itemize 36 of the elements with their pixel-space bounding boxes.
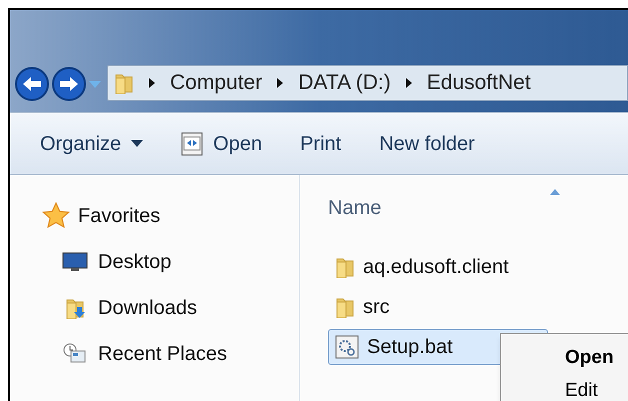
file-row[interactable]: src [328,289,548,325]
folder-icon [114,72,134,94]
sidebar-item[interactable]: Desktop [98,247,172,277]
file-row[interactable]: aq.edusoft.client [328,249,548,285]
window-icon [181,132,204,156]
toolbar-button[interactable]: Organize [40,128,144,158]
breadcrumb-item[interactable]: EdusoftNet [426,67,531,99]
chevron-icon[interactable] [276,77,284,89]
file-name: aq.edusoft.client [363,255,509,280]
chevron-icon[interactable] [404,77,413,89]
folder-icon [335,296,355,318]
download-folder-icon [65,297,85,319]
monitor-icon [62,252,88,272]
sidebar-item[interactable]: Recent Places [98,339,227,369]
star-icon [42,202,70,230]
sort-arrow-icon[interactable] [550,189,560,195]
address-bar[interactable]: Computer DATA (D:) EdusoftNet [107,65,628,101]
recent-places-icon [63,343,87,365]
folder-icon [335,256,355,278]
column-header[interactable]: Name [328,193,550,223]
file-name: Setup.bat [367,335,453,360]
file-name: src [363,295,390,320]
sidebar-item[interactable]: Downloads [98,293,197,323]
breadcrumb-item[interactable]: DATA (D:) [298,67,391,99]
forward-icon[interactable] [51,66,87,102]
breadcrumb-item[interactable]: Computer [170,67,262,99]
toolbar-button[interactable]: Open [181,128,262,158]
back-icon[interactable] [14,66,50,102]
chevron-icon[interactable] [148,77,156,89]
gear-file-icon [335,335,359,359]
toolbar-button[interactable]: New folder [379,128,475,158]
toolbar-button[interactable]: Print [300,128,342,158]
favorites-heading[interactable]: Favorites [78,201,160,231]
caret-icon [131,140,144,148]
menu-item[interactable]: Edit [565,380,628,401]
menu-item[interactable]: Open [565,346,628,370]
